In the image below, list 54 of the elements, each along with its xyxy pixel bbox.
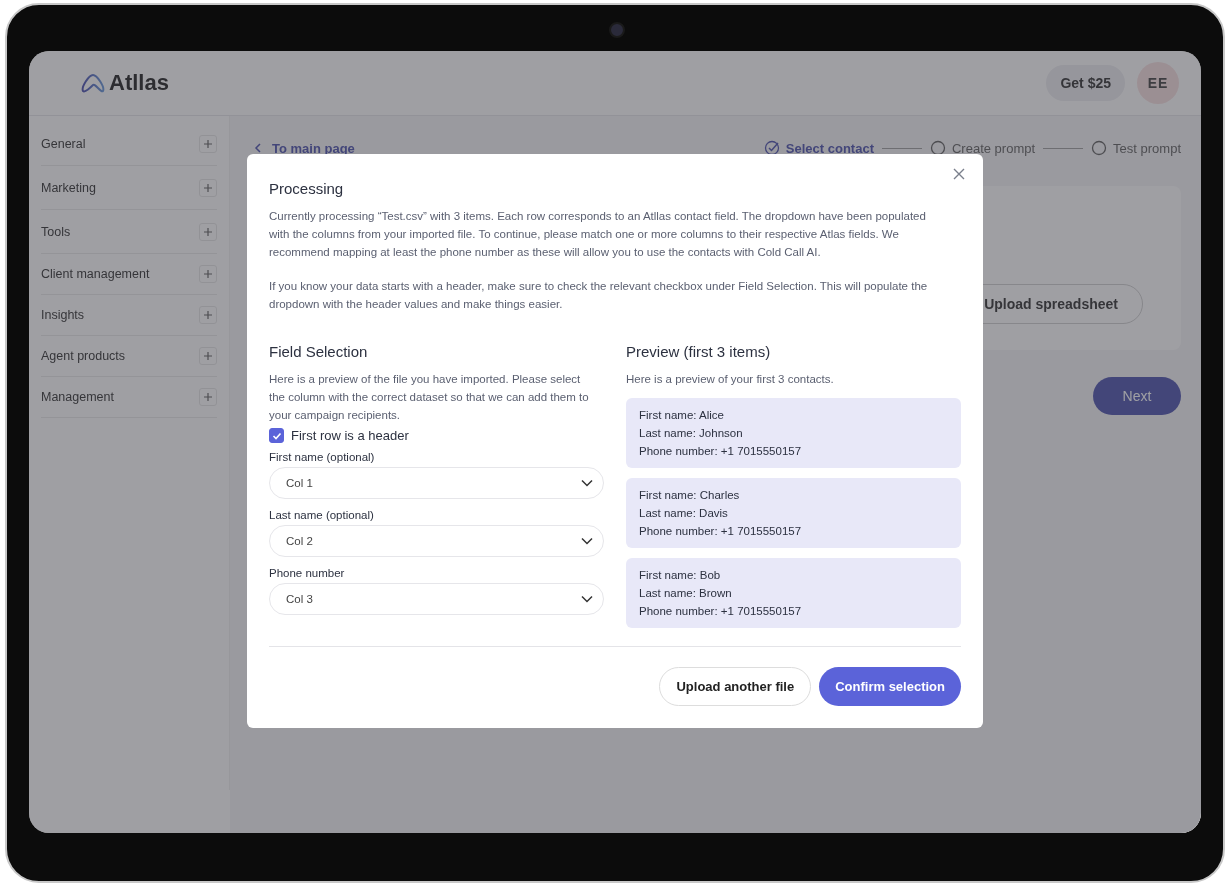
- circle-icon: [1091, 140, 1108, 156]
- check-circle-icon: [763, 140, 780, 156]
- contact-line: Last name: Johnson: [639, 426, 744, 441]
- step[interactable]: Create prompt: [930, 140, 1036, 156]
- checkbox-label: First row is a header: [291, 428, 409, 443]
- sidebar-label: Insights: [41, 308, 85, 322]
- logo-text: Atllas: [109, 70, 169, 96]
- confirm-button[interactable]: Confirm selection: [819, 667, 961, 706]
- dialog-paragraph: If you know your data starts with a header, make sure to check the relevant checkbox under Field Selection. This will populate the dropdown with the header values and make things easier.: [269, 279, 929, 312]
- contact-line: Phone number: +1 7015550157: [639, 524, 803, 539]
- section-description: Here is a preview of your first 3 contacts.: [626, 372, 835, 387]
- step[interactable]: Test prompt: [1091, 140, 1181, 156]
- dialog-title: Processing: [269, 180, 345, 197]
- sidebar-label: Management: [41, 390, 114, 404]
- promo-button[interactable]: Get $25: [1046, 65, 1125, 101]
- sidebar-label: Marketing: [41, 180, 96, 195]
- contact-line: Phone number: +1 7015550157: [639, 444, 803, 459]
- sidebar-item[interactable]: Management: [41, 377, 217, 418]
- upload-file-button[interactable]: Upload another file: [659, 667, 812, 706]
- check-icon: [271, 430, 282, 441]
- contact-line: Phone number: +1 7015550157: [639, 604, 803, 619]
- field-label: First name (optional): [269, 451, 376, 463]
- contact-line: Last name: Brown: [639, 586, 733, 601]
- section-description: Here is a preview of the file you have imported. Please select the column with the correct dataset so that we can add them to your campaign recipients.: [269, 372, 590, 423]
- chevron-left-icon: [254, 143, 262, 153]
- step[interactable]: Select contact: [763, 140, 874, 156]
- contact-line: Last name: Davis: [639, 506, 729, 521]
- sidebar-item[interactable]: Insights: [41, 295, 217, 336]
- section-title: Field Selection: [269, 343, 369, 360]
- sidebar-label: Tools: [41, 224, 71, 239]
- chevron-down-icon: [581, 537, 593, 545]
- circle-icon: [930, 140, 946, 156]
- contact-line: First name: Bob: [639, 568, 722, 583]
- contact-line: First name: Alice: [639, 408, 725, 423]
- chevron-down-icon: [581, 595, 593, 603]
- sidebar-label: Agent products: [41, 349, 126, 363]
- next-button[interactable]: Next: [1093, 377, 1181, 415]
- sidebar-item[interactable]: General: [41, 122, 217, 166]
- camera-icon: [609, 22, 625, 38]
- sidebar-label: General: [41, 136, 86, 151]
- sidebar-item[interactable]: Marketing: [41, 166, 217, 210]
- contact-line: First name: Charles: [639, 488, 741, 503]
- field-label: Last name (optional): [269, 509, 375, 521]
- section-title: Preview (first 3 items): [626, 343, 772, 360]
- checkbox[interactable]: [269, 428, 284, 443]
- chevron-down-icon: [581, 479, 593, 487]
- sidebar-label: Client management: [41, 267, 150, 281]
- field-label: Phone number: [269, 567, 346, 579]
- sidebar-item[interactable]: Client management: [41, 254, 217, 295]
- sidebar-item[interactable]: Tools: [41, 210, 217, 254]
- dialog-paragraph: Currently processing “Test.csv” with 3 items. Each row corresponds to an Atllas contact field. The dropdown have been populated with the columns from your imported file. To continue, please match one or more columns to their respective Atlas fields. We recommend mapping at least the phone number as these will allow you to use the contacts with Cold Call AI.: [269, 209, 927, 260]
- avatar[interactable]: EE: [1137, 62, 1179, 104]
- logo-icon: [81, 73, 105, 93]
- sidebar-item[interactable]: Agent products: [41, 336, 217, 377]
